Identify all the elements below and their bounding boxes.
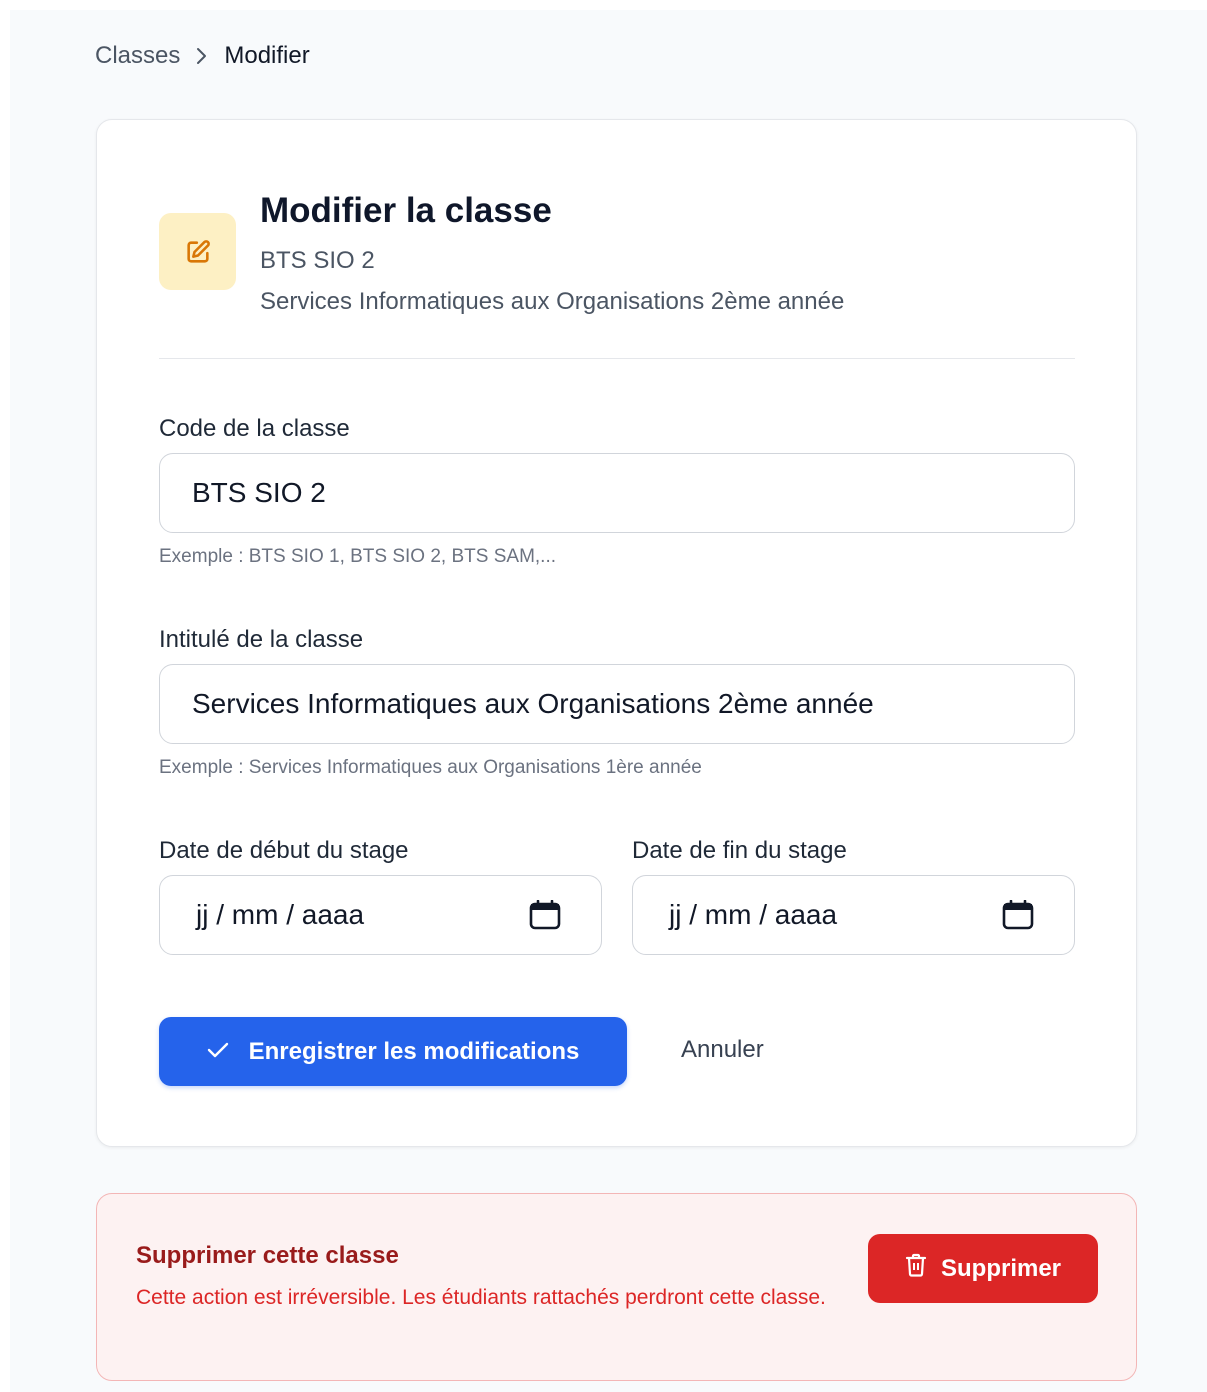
delete-button-label: Supprimer: [940, 1254, 1062, 1282]
start-date-placeholder: jj / mm / aaaa: [196, 899, 365, 930]
save-button-label: Enregistrer les modifications: [248, 1037, 580, 1065]
edit-icon: [159, 213, 236, 290]
delete-button[interactable]: Supprimer: [868, 1234, 1098, 1303]
class-title-subtitle: Services Informatiques aux Organisations…: [260, 288, 845, 315]
title-field-help: Exemple : Services Informatiques aux Org…: [159, 757, 702, 778]
end-date-label: Date de fin du stage: [632, 837, 847, 864]
breadcrumb-current: Modifier: [224, 42, 310, 69]
title-field-label: Intitulé de la classe: [159, 626, 364, 653]
calendar-icon[interactable]: [1002, 900, 1034, 930]
trash-icon: [905, 1253, 927, 1284]
page-title: Modifier la classe: [260, 191, 552, 230]
save-button[interactable]: Enregistrer les modifications: [159, 1017, 627, 1086]
end-date-field[interactable]: jj / mm / aaaa: [632, 875, 1075, 955]
code-field[interactable]: [159, 453, 1075, 533]
cancel-button[interactable]: Annuler: [681, 1036, 764, 1064]
check-icon: [207, 1038, 229, 1066]
breadcrumb: Classes Modifier: [95, 40, 310, 72]
divider: [159, 358, 1075, 359]
title-field[interactable]: [159, 664, 1075, 744]
edit-class-card: Modifier la classe BTS SIO 2 Services In…: [96, 119, 1137, 1147]
danger-title: Supprimer cette classe: [136, 1242, 399, 1269]
start-date-label: Date de début du stage: [159, 837, 409, 864]
calendar-icon[interactable]: [529, 900, 561, 930]
code-field-label: Code de la classe: [159, 415, 350, 442]
breadcrumb-classes-link[interactable]: Classes: [95, 42, 180, 70]
code-field-help: Exemple : BTS SIO 1, BTS SIO 2, BTS SAM,…: [159, 546, 557, 567]
danger-description: Cette action est irréversible. Les étudi…: [136, 1286, 826, 1309]
start-date-field[interactable]: jj / mm / aaaa: [159, 875, 602, 955]
class-code-subtitle: BTS SIO 2: [260, 247, 375, 274]
danger-zone: Supprimer cette classe Cette action est …: [96, 1193, 1137, 1381]
end-date-placeholder: jj / mm / aaaa: [669, 899, 838, 930]
chevron-right-icon: [194, 46, 210, 66]
